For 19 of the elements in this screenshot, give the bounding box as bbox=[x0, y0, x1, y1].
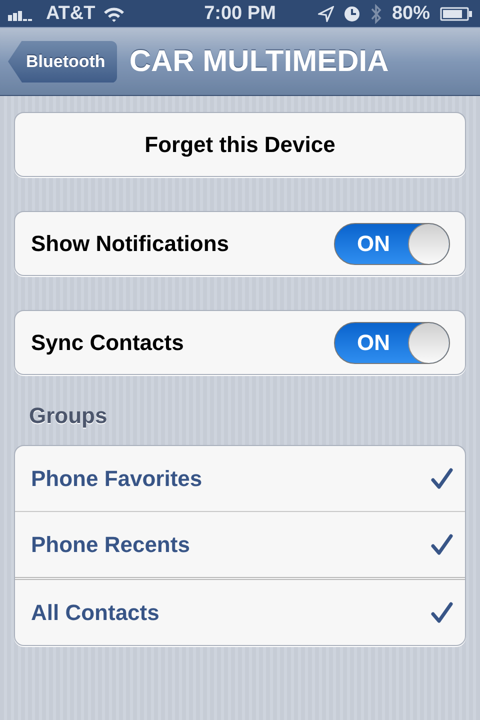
setting-label: Sync Contacts bbox=[31, 330, 184, 356]
location-icon bbox=[318, 6, 334, 22]
back-button[interactable]: Bluetooth bbox=[8, 40, 118, 82]
toggle-switch[interactable]: ON bbox=[334, 322, 450, 364]
group-row[interactable]: Phone Recents bbox=[15, 511, 465, 577]
wifi-icon bbox=[103, 6, 126, 22]
clock-icon bbox=[344, 6, 360, 22]
battery-icon bbox=[440, 6, 472, 22]
clock-time: 7:00 PM bbox=[204, 2, 276, 24]
section-header: Groups bbox=[28, 403, 108, 430]
screen-title: CAR MULTIMEDIA bbox=[129, 44, 389, 78]
toggle-switch[interactable]: ON bbox=[334, 222, 450, 264]
battery-percent: 80% bbox=[392, 2, 430, 24]
setting-label: Show Notifications bbox=[31, 230, 229, 256]
forget-device-button[interactable]: Forget this Device bbox=[14, 112, 466, 177]
group-row[interactable]: Phone Favorites bbox=[15, 446, 465, 511]
group-row[interactable]: All Contacts bbox=[15, 577, 465, 645]
bluetooth-icon bbox=[370, 4, 382, 24]
carrier-name: AT&T bbox=[46, 2, 96, 24]
